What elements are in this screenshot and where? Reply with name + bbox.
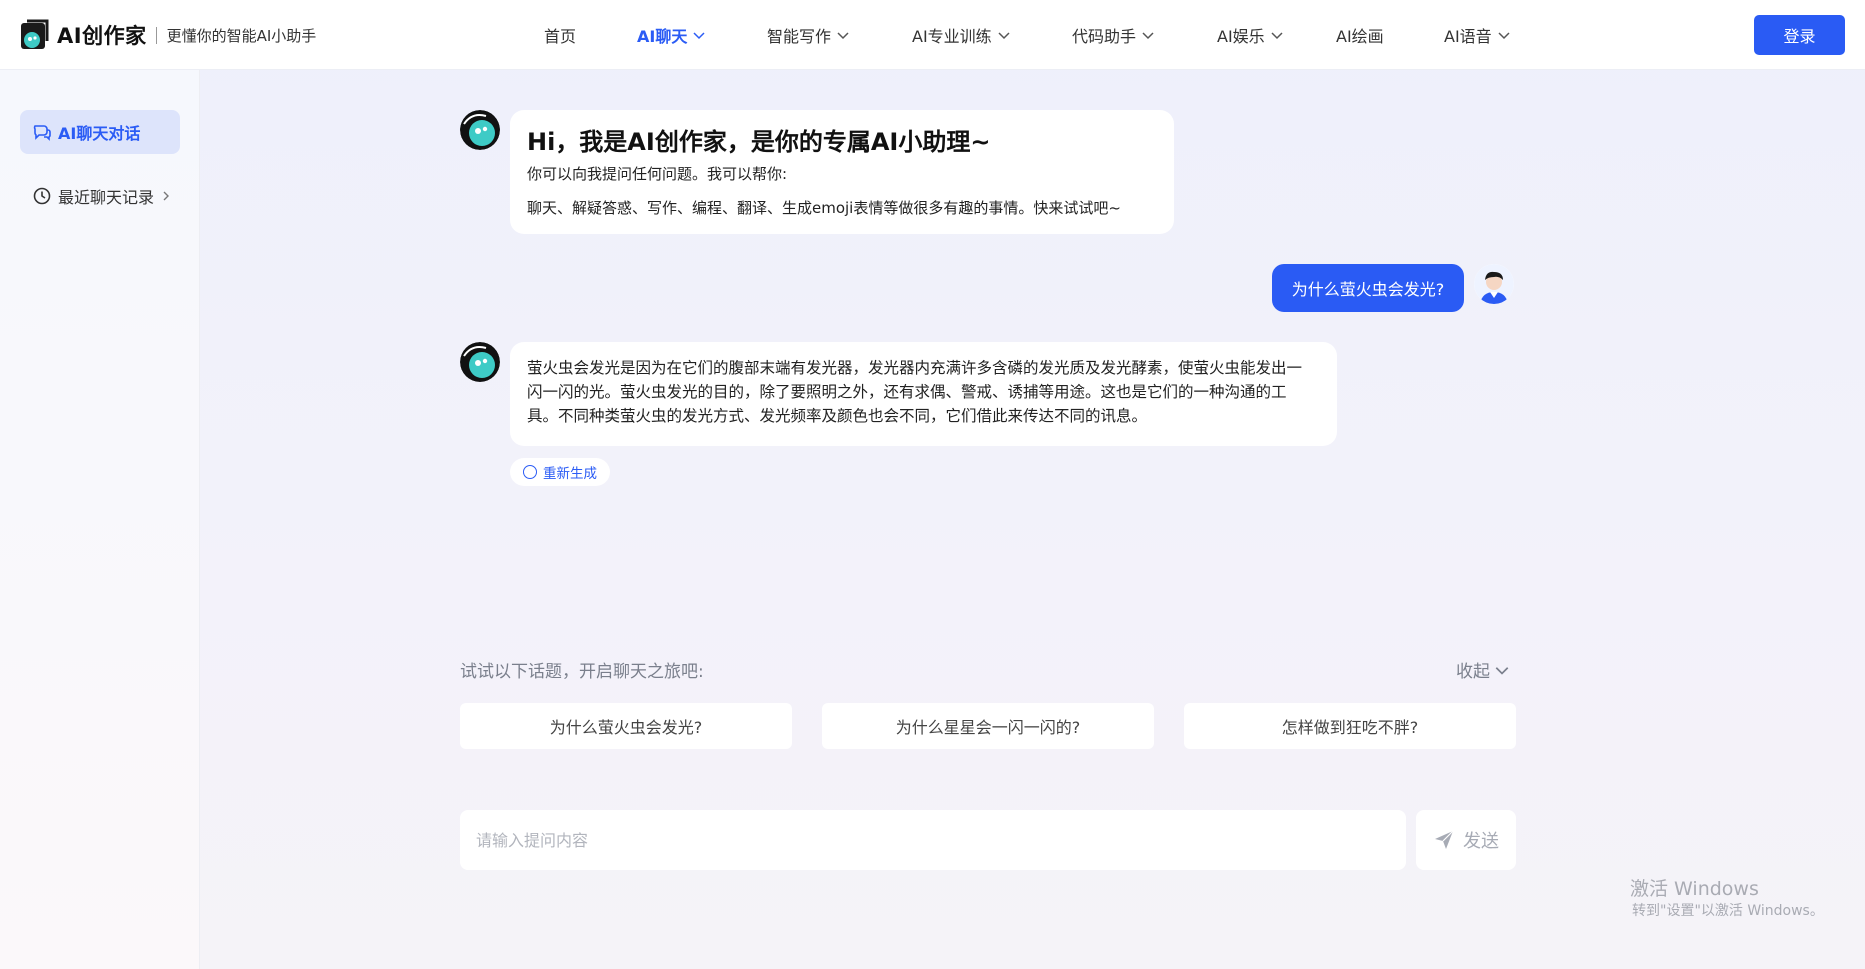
question-input[interactable] bbox=[460, 810, 1406, 870]
chevron-down-icon bbox=[693, 32, 705, 40]
greeting-title: Hi，我是AI创作家，是你的专属AI小助理~ bbox=[527, 128, 991, 156]
brand-name: AI创作家 bbox=[57, 24, 147, 48]
brand-divider bbox=[155, 26, 157, 44]
clock-icon bbox=[33, 187, 51, 205]
greeting-bubble: Hi，我是AI创作家，是你的专属AI小助理~ 你可以向我提问任何问题。我可以帮你… bbox=[510, 110, 1174, 234]
refresh-icon bbox=[523, 465, 537, 479]
login-button[interactable]: 登录 bbox=[1754, 15, 1845, 55]
windows-activation-hint: 转到"设置"以激活 Windows。 bbox=[1632, 903, 1824, 919]
topics-title: 试试以下话题，开启聊天之旅吧: bbox=[460, 662, 704, 682]
bot-avatar-icon bbox=[460, 342, 500, 382]
nav-label: 代码助手 bbox=[1072, 27, 1137, 46]
chevron-down-icon bbox=[1271, 32, 1283, 40]
nav-label: AI绘画 bbox=[1336, 27, 1384, 46]
chevron-down-icon bbox=[1498, 32, 1510, 40]
brand-slogan: 更懂你的智能AI小助手 bbox=[166, 26, 317, 45]
nav-label: 智能写作 bbox=[767, 27, 832, 46]
topic-suggestion[interactable]: 怎样做到狂吃不胖? bbox=[1184, 703, 1516, 749]
regenerate-label: 重新生成 bbox=[543, 466, 597, 482]
chevron-right-icon bbox=[163, 191, 170, 201]
user-avatar bbox=[1474, 264, 1514, 304]
nav-label: AI语音 bbox=[1444, 27, 1492, 46]
brand-logo-icon bbox=[19, 19, 51, 51]
greeting-line: 你可以向我提问任何问题。我可以帮你: bbox=[527, 165, 788, 183]
nav-label: AI娱乐 bbox=[1217, 27, 1265, 46]
bot-avatar bbox=[460, 110, 500, 150]
chevron-down-icon bbox=[1142, 32, 1154, 40]
answer-text: 萤火虫会发光是因为在它们的腹部末端有发光器，发光器内充满许多含磷的发光质及发光酵… bbox=[527, 359, 1303, 425]
nav-ai-painting[interactable]: AI绘画 bbox=[1336, 22, 1384, 48]
chevron-down-icon bbox=[998, 32, 1010, 40]
regenerate-button[interactable]: 重新生成 bbox=[510, 458, 610, 486]
sidebar-item-ai-chat[interactable]: AI聊天对话 bbox=[20, 110, 180, 154]
nav-ai-voice[interactable]: AI语音 bbox=[1444, 22, 1511, 48]
nav-ai-chat[interactable]: AI聊天 bbox=[637, 22, 706, 48]
nav-home[interactable]: 首页 bbox=[544, 22, 576, 48]
user-message-text: 为什么萤火虫会发光? bbox=[1291, 280, 1445, 299]
nav-label: AI聊天 bbox=[637, 27, 688, 46]
nav-ai-training[interactable]: AI专业训练 bbox=[912, 22, 1011, 48]
sidebar: AI聊天对话 最近聊天记录 bbox=[0, 70, 200, 969]
send-label: 发送 bbox=[1463, 831, 1499, 852]
topic-suggestion[interactable]: 为什么萤火虫会发光? bbox=[460, 703, 792, 749]
sidebar-item-recent-history[interactable]: 最近聊天记录 bbox=[20, 174, 180, 218]
windows-activation-watermark: 激活 Windows bbox=[1630, 878, 1759, 900]
top-header: AI创作家 更懂你的智能AI小助手 首页 AI聊天 智能写作 AI专业训练 代码… bbox=[0, 0, 1865, 70]
answer-bubble: 萤火虫会发光是因为在它们的腹部末端有发光器，发光器内充满许多含磷的发光质及发光酵… bbox=[510, 342, 1337, 446]
user-message-bubble: 为什么萤火虫会发光? bbox=[1272, 264, 1464, 312]
send-button[interactable]: 发送 bbox=[1416, 810, 1516, 870]
greeting-line: 聊天、解疑答惑、写作、编程、翻译、生成emoji表情等做很多有趣的事情。快来试试… bbox=[527, 199, 1121, 217]
brand-logo[interactable]: AI创作家 更懂你的智能AI小助手 bbox=[19, 18, 316, 52]
topic-suggestion[interactable]: 为什么星星会一闪一闪的? bbox=[822, 703, 1154, 749]
nav-smart-writing[interactable]: 智能写作 bbox=[767, 22, 850, 48]
nav-ai-entertainment[interactable]: AI娱乐 bbox=[1217, 22, 1284, 48]
chat-bubbles-icon bbox=[33, 125, 51, 141]
chevron-down-icon bbox=[837, 32, 849, 40]
nav-label: AI专业训练 bbox=[912, 27, 992, 46]
nav-label: 首页 bbox=[544, 27, 577, 46]
sidebar-item-label: AI聊天对话 bbox=[58, 124, 141, 143]
collapse-label: 收起 bbox=[1456, 662, 1490, 682]
user-avatar-icon bbox=[1474, 264, 1514, 304]
collapse-topics-button[interactable]: 收起 bbox=[1456, 657, 1510, 682]
chevron-down-icon bbox=[1495, 666, 1509, 675]
nav-code-assistant[interactable]: 代码助手 bbox=[1072, 22, 1155, 48]
bot-avatar-icon bbox=[460, 110, 500, 150]
sidebar-item-label: 最近聊天记录 bbox=[58, 188, 155, 207]
bot-avatar bbox=[460, 342, 500, 382]
paper-plane-icon bbox=[1435, 830, 1454, 849]
